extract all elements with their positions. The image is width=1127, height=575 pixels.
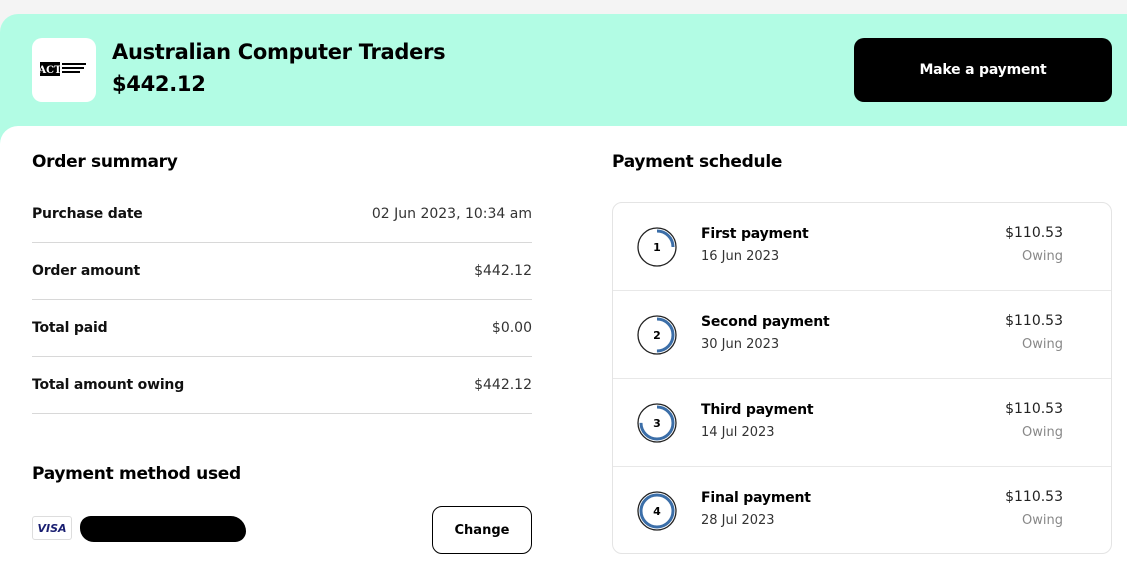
payment-schedule-list: 1 First payment 16 Jun 2023 $110.53 Owin… <box>612 202 1112 554</box>
payment-schedule-title: Payment schedule <box>612 152 783 172</box>
svg-text:ACT: ACT <box>38 65 62 76</box>
ring-step-number: 4 <box>653 505 661 518</box>
summary-value: $442.12 <box>474 377 532 393</box>
visa-card-icon: VISA <box>32 516 72 540</box>
change-payment-method-button[interactable]: Change <box>432 506 532 554</box>
payment-amount: $110.53 <box>1005 401 1063 417</box>
payment-title: First payment <box>701 226 809 242</box>
ring-step-number: 1 <box>653 241 661 254</box>
ring-step-number: 2 <box>653 329 661 342</box>
schedule-item: 4 Final payment 28 Jul 2023 $110.53 Owin… <box>613 467 1111 555</box>
payment-status: Owing <box>1022 249 1063 264</box>
payment-title: Final payment <box>701 490 811 506</box>
merchant-total-amount: $442.12 <box>112 72 206 96</box>
ring-step-number: 3 <box>653 417 661 430</box>
payment-title: Second payment <box>701 314 830 330</box>
schedule-item: 1 First payment 16 Jun 2023 $110.53 Owin… <box>613 203 1111 291</box>
summary-value: $0.00 <box>491 320 532 336</box>
summary-row-total-owing: Total amount owing $442.12 <box>32 357 532 414</box>
payment-date: 28 Jul 2023 <box>701 513 775 528</box>
progress-ring-icon: 2 <box>637 315 677 355</box>
payment-amount: $110.53 <box>1005 225 1063 241</box>
summary-label: Total amount owing <box>32 377 185 393</box>
payment-date: 16 Jun 2023 <box>701 249 780 264</box>
payment-status: Owing <box>1022 425 1063 440</box>
summary-label: Order amount <box>32 263 140 279</box>
payment-status: Owing <box>1022 337 1063 352</box>
summary-value: 02 Jun 2023, 10:34 am <box>371 206 532 222</box>
summary-row-purchase-date: Purchase date 02 Jun 2023, 10:34 am <box>32 186 532 243</box>
summary-row-total-paid: Total paid $0.00 <box>32 300 532 357</box>
summary-value: $442.12 <box>474 263 532 279</box>
summary-label: Total paid <box>32 320 108 336</box>
payment-date: 30 Jun 2023 <box>701 337 780 352</box>
summary-label: Purchase date <box>32 206 143 222</box>
summary-row-order-amount: Order amount $442.12 <box>32 243 532 300</box>
make-payment-button[interactable]: Make a payment <box>854 38 1112 102</box>
progress-ring-icon: 3 <box>637 403 677 443</box>
progress-ring-icon: 4 <box>637 491 677 531</box>
payment-amount: $110.53 <box>1005 313 1063 329</box>
redacted-card-number <box>80 516 246 542</box>
payment-title: Third payment <box>701 402 814 418</box>
schedule-item: 3 Third payment 14 Jul 2023 $110.53 Owin… <box>613 379 1111 467</box>
payment-date: 14 Jul 2023 <box>701 425 775 440</box>
schedule-item: 2 Second payment 30 Jun 2023 $110.53 Owi… <box>613 291 1111 379</box>
payment-status: Owing <box>1022 513 1063 528</box>
order-summary-title: Order summary <box>32 152 178 172</box>
payment-amount: $110.53 <box>1005 489 1063 505</box>
payment-method-title: Payment method used <box>32 464 241 484</box>
merchant-logo: ACT <box>32 38 96 102</box>
progress-ring-icon: 1 <box>637 227 677 267</box>
merchant-name: Australian Computer Traders <box>112 40 446 64</box>
act-logo-icon: ACT <box>38 62 86 76</box>
